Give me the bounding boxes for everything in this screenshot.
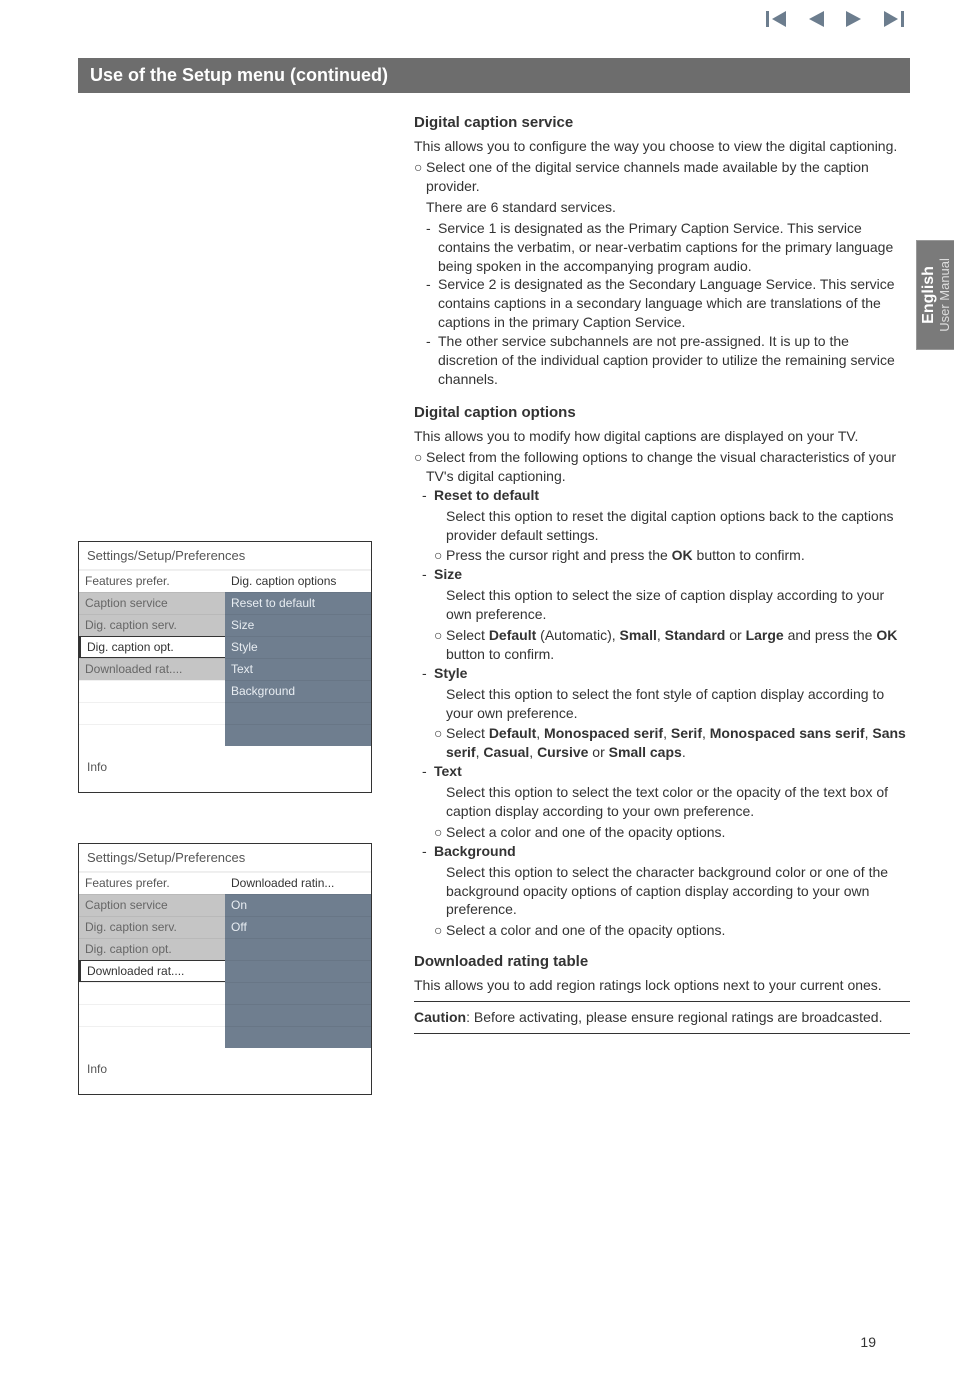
body-text: Select this option to select the size of…	[414, 586, 910, 624]
side-tab-language: English	[920, 266, 937, 324]
option-head-reset: Reset to default	[434, 486, 539, 505]
body-text: Select a color and one of the opacity op…	[446, 823, 725, 842]
bullet-icon: ○	[434, 823, 446, 842]
menu-right-item[interactable]: Background	[225, 680, 371, 702]
menu-right-header: Dig. caption options	[225, 570, 371, 592]
first-page-icon[interactable]	[766, 10, 788, 28]
body-text: Select this option to select the charact…	[414, 863, 910, 920]
bullet-icon: ○	[434, 626, 446, 664]
body-text: Press the cursor right and press the OK …	[446, 546, 805, 565]
menu-right-item[interactable]: On	[225, 894, 371, 916]
menu-right-item[interactable]: Text	[225, 658, 371, 680]
body-text: Service 2 is designated as the Secondary…	[438, 275, 910, 332]
bullet-icon: ○	[414, 158, 426, 196]
bullet-icon: ○	[414, 448, 426, 486]
body-text: This allows you to configure the way you…	[414, 137, 910, 156]
side-tab-sub: User Manual	[936, 258, 951, 332]
divider	[414, 1001, 910, 1002]
heading-downloaded-rating-table: Downloaded rating table	[414, 952, 910, 972]
body-text: Select Default, Monospaced serif, Serif,…	[446, 724, 910, 762]
option-head-size: Size	[434, 565, 462, 584]
menu-left-header: Features prefer.	[79, 872, 225, 894]
menu-left-item[interactable]: Downloaded rat....	[79, 658, 225, 680]
dash-icon: -	[426, 275, 438, 332]
body-text: Select this option to reset the digital …	[414, 507, 910, 545]
body-text: Select one of the digital service channe…	[426, 158, 910, 196]
language-side-tab: English User Manual	[916, 240, 954, 350]
preferences-menu-downloaded-rating: Settings/Setup/Preferences Features pref…	[78, 843, 372, 1095]
menu-left-item[interactable]: Dig. caption serv.	[79, 614, 225, 636]
menu-right-item[interactable]: Off	[225, 916, 371, 938]
menu-info: Info	[79, 1048, 371, 1094]
body-text: Select from the following options to cha…	[426, 448, 910, 486]
preferences-menu-dig-caption-options: Settings/Setup/Preferences Features pref…	[78, 541, 372, 793]
dash-icon: -	[422, 486, 434, 505]
heading-digital-caption-service: Digital caption service	[414, 113, 910, 133]
option-head-background: Background	[434, 842, 516, 861]
divider	[414, 1033, 910, 1034]
section-banner: Use of the Setup menu (continued)	[78, 58, 910, 93]
menu-left-item[interactable]: Dig. caption serv.	[79, 916, 225, 938]
bullet-icon: ○	[434, 921, 446, 940]
dash-icon: -	[426, 219, 438, 276]
body-text: This allows you to modify how digital ca…	[414, 427, 910, 446]
option-head-style: Style	[434, 664, 467, 683]
menu-left-item[interactable]: Caption service	[79, 894, 225, 916]
body-text: This allows you to add region ratings lo…	[414, 976, 910, 995]
bullet-icon: ○	[434, 546, 446, 565]
caution-text: Caution: Before activating, please ensur…	[414, 1008, 910, 1027]
menu-info: Info	[79, 746, 371, 792]
dash-icon: -	[422, 565, 434, 584]
last-page-icon[interactable]	[882, 10, 904, 28]
menu-left-item[interactable]: Dig. caption opt.	[79, 938, 225, 960]
menu-title: Settings/Setup/Preferences	[79, 542, 371, 570]
menu-right-header: Downloaded ratin...	[225, 872, 371, 894]
body-text: There are 6 standard services.	[414, 198, 910, 217]
page-number: 19	[860, 1334, 876, 1350]
menu-left-item-selected[interactable]: Downloaded rat....	[79, 960, 225, 982]
menu-left-item-selected[interactable]: Dig. caption opt.	[79, 636, 225, 658]
dash-icon: -	[422, 842, 434, 861]
body-text: Service 1 is designated as the Primary C…	[438, 219, 910, 276]
next-page-icon[interactable]	[844, 10, 864, 28]
body-text: Select a color and one of the opacity op…	[446, 921, 725, 940]
menu-right-item[interactable]: Reset to default	[225, 592, 371, 614]
menu-right-item[interactable]: Style	[225, 636, 371, 658]
menu-left-header: Features prefer.	[79, 570, 225, 592]
menu-title: Settings/Setup/Preferences	[79, 844, 371, 872]
body-text: Select Default (Automatic), Small, Stand…	[446, 626, 910, 664]
option-head-text: Text	[434, 762, 462, 781]
body-text: The other service subchannels are not pr…	[438, 332, 910, 389]
heading-digital-caption-options: Digital caption options	[414, 403, 910, 423]
dash-icon: -	[426, 332, 438, 389]
prev-page-icon[interactable]	[806, 10, 826, 28]
menu-left-item[interactable]: Caption service	[79, 592, 225, 614]
dash-icon: -	[422, 664, 434, 683]
menu-right-item[interactable]: Size	[225, 614, 371, 636]
dash-icon: -	[422, 762, 434, 781]
pdf-nav-bar	[766, 10, 904, 28]
body-text: Select this option to select the font st…	[414, 685, 910, 723]
bullet-icon: ○	[434, 724, 446, 762]
body-text: Select this option to select the text co…	[414, 783, 910, 821]
